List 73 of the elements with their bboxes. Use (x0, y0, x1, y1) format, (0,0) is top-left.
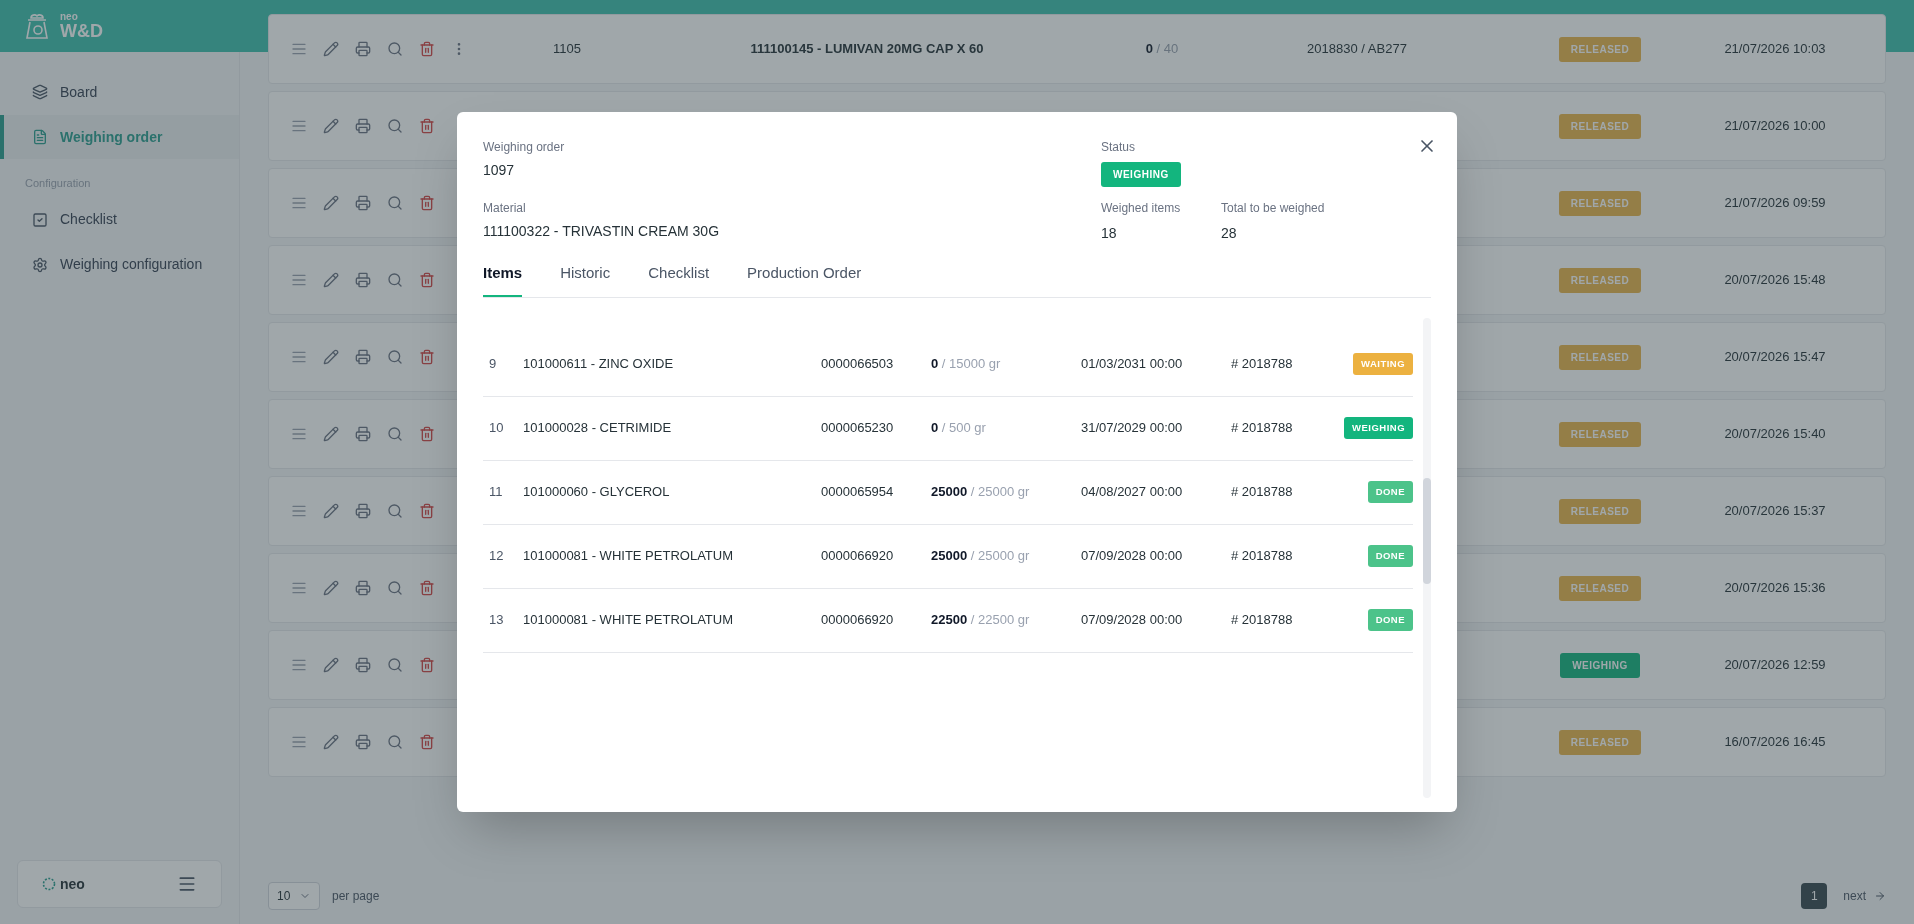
status-badge: RELEASED (1558, 190, 1642, 216)
brand-title: W&D (60, 22, 103, 40)
item-quantity: 0 / 500 gr (931, 419, 987, 438)
item-order-number: # 2018788 (1231, 547, 1294, 566)
item-material: 101000081 - WHITE PETROLATUM (523, 547, 734, 566)
status-badge: DONE (1367, 480, 1413, 504)
row-number: 9 (488, 355, 498, 374)
status-badge: RELEASED (1558, 421, 1642, 447)
per-page-label: per page (332, 888, 380, 905)
item-expiry-date: 07/09/2028 00:00 (1081, 547, 1184, 566)
item-expiry-date: 07/09/2028 00:00 (1081, 611, 1184, 630)
item-material: 101000028 - CETRIMIDE (523, 419, 673, 438)
item-quantity: 25000 / 25000 gr (931, 483, 1031, 502)
item-quantity: 25000 / 25000 gr (931, 547, 1031, 566)
item-lot: 0000066503 (821, 355, 895, 374)
row-number: 12 (488, 547, 505, 566)
order-date: 21/07/2026 10:00 (1723, 117, 1827, 136)
field-value: 1097 (483, 161, 516, 180)
field-label: Status (1101, 139, 1136, 156)
item-expiry-date: 01/03/2031 00:00 (1081, 355, 1184, 374)
field-value: 18 (1101, 224, 1118, 243)
order-date: 20/07/2026 12:59 (1723, 656, 1827, 675)
item-lot: 0000066920 (821, 547, 895, 566)
status-badge: RELEASED (1558, 267, 1642, 293)
item-lot: 0000065230 (821, 419, 895, 438)
status-badge: DONE (1367, 608, 1413, 632)
status-badge: WEIGHING (1344, 416, 1413, 440)
item-lot: 0000066920 (821, 611, 895, 630)
item-material: 101000611 - ZINC OXIDE (523, 355, 675, 374)
order-material: 111100145 - LUMIVAN 20MG CAP X 60 (749, 40, 985, 59)
status-badge: RELEASED (1558, 113, 1642, 139)
item-material: 101000081 - WHITE PETROLATUM (523, 611, 734, 630)
row-number: 10 (488, 419, 505, 438)
field-value: 111100322 - TRIVASTIN CREAM 30G (483, 222, 721, 241)
order-date: 20/07/2026 15:37 (1723, 502, 1827, 521)
order-date: 20/07/2026 15:36 (1723, 579, 1827, 598)
order-id: 1105 (552, 40, 582, 59)
row-number: 11 (488, 483, 504, 502)
field-label: Total to be weighed (1221, 200, 1325, 217)
order-quantity: 0 / 40 (1144, 40, 1180, 59)
item-quantity: 22500 / 22500 gr (931, 611, 1031, 630)
item-lot: 0000065954 (821, 483, 895, 502)
item-expiry-date: 31/07/2029 00:00 (1081, 419, 1184, 438)
item-expiry-date: 04/08/2027 00:00 (1081, 483, 1184, 502)
order-date: 21/07/2026 10:03 (1723, 40, 1827, 59)
item-order-number: # 2018788 (1231, 419, 1294, 438)
field-label: Weighing order (483, 139, 566, 156)
status-badge: RELEASED (1558, 575, 1642, 601)
field-label: Material (483, 200, 527, 217)
row-number: 13 (488, 611, 505, 630)
field-label: Weighed items (1101, 200, 1182, 217)
item-order-number: # 2018788 (1231, 355, 1294, 374)
order-date: 20/07/2026 15:40 (1723, 425, 1827, 444)
status-badge: RELEASED (1558, 36, 1642, 62)
item-quantity: 0 / 15000 gr (931, 355, 1002, 374)
order-date: 20/07/2026 15:48 (1723, 271, 1827, 290)
status-badge: WAITING (1353, 352, 1413, 376)
status-badge: RELEASED (1558, 729, 1642, 755)
status-badge: WEIGHING (1560, 652, 1640, 678)
status-badge: WEIGHING (1101, 162, 1181, 187)
status-badge: DONE (1367, 544, 1413, 568)
item-order-number: # 2018788 (1231, 483, 1294, 502)
order-date: 16/07/2026 16:45 (1723, 733, 1827, 752)
field-value: 28 (1221, 224, 1238, 243)
status-badge: RELEASED (1558, 344, 1642, 370)
item-material: 101000060 - GLYCEROL (523, 483, 671, 502)
order-lot: 2018830 / AB277 (1306, 40, 1408, 59)
order-date: 21/07/2026 09:59 (1723, 194, 1827, 213)
item-order-number: # 2018788 (1231, 611, 1294, 630)
status-badge: RELEASED (1558, 498, 1642, 524)
brand-subtitle: neo (60, 12, 79, 22)
footer-logo: neo (60, 874, 85, 894)
order-date: 20/07/2026 15:47 (1723, 348, 1827, 367)
